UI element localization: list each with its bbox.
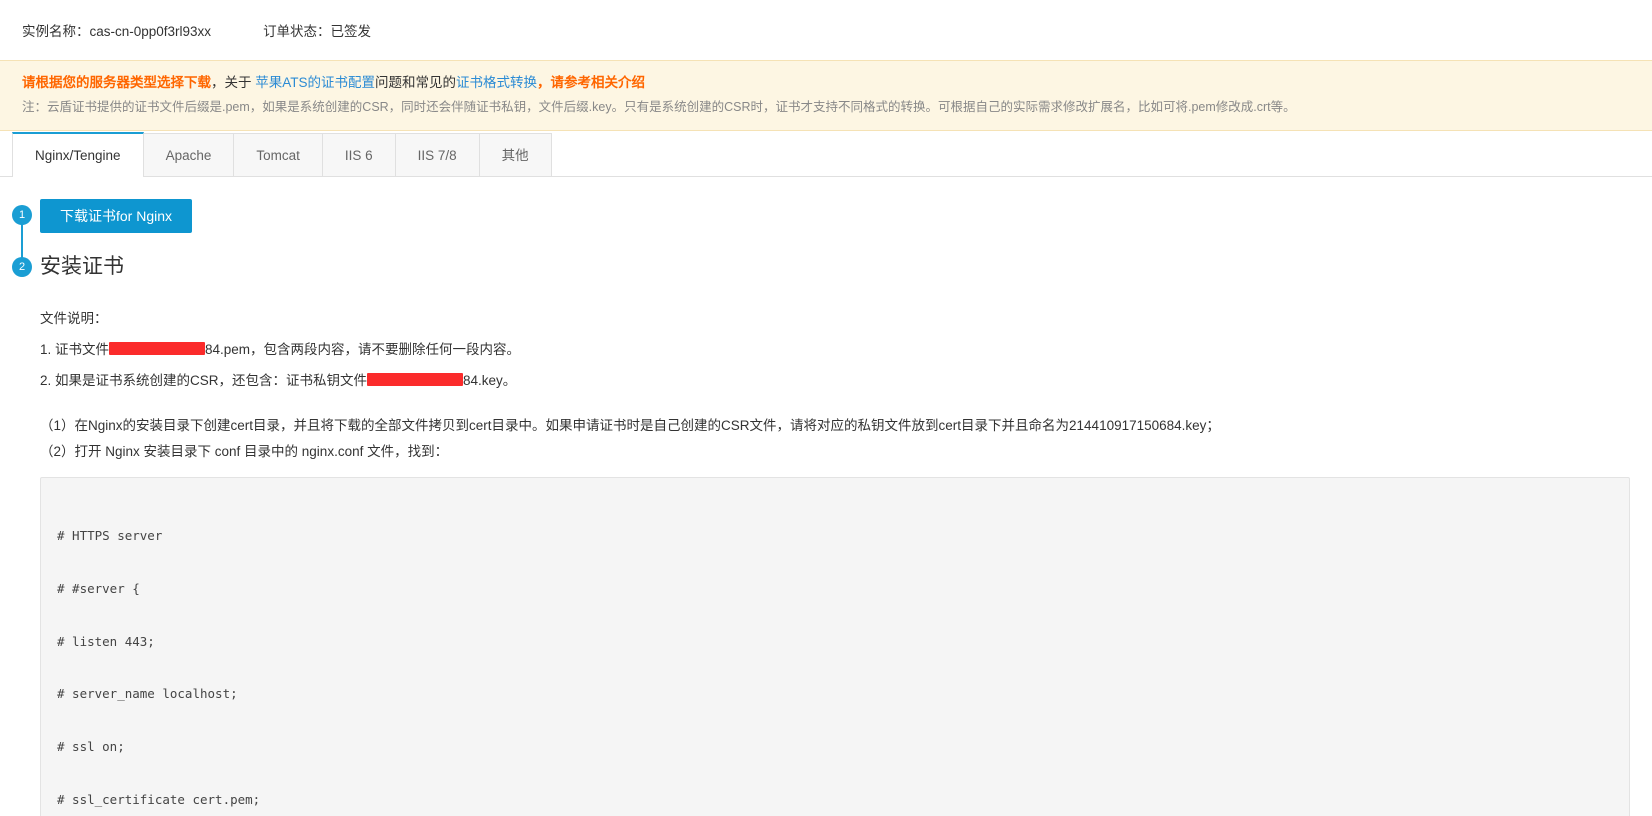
notice-primary-line: 请根据您的服务器类型选择下载，关于 苹果ATS的证书配置问题和常见的证书格式转换… [22, 71, 1630, 95]
file-description-item-2: 2. 如果是证书系统创建的CSR，还包含：证书私钥文件 84.key。 [40, 370, 1630, 392]
redaction-block-pem [109, 341, 206, 355]
code-line: # server_name localhost; [57, 686, 238, 702]
instance-name-label: 实例名称：cas-cn-0pp0f3rl93xx [22, 24, 212, 39]
notice-banner: 请根据您的服务器类型选择下载，关于 苹果ATS的证书配置问题和常见的证书格式转换… [0, 60, 1652, 131]
tab-apache[interactable]: Apache [142, 132, 235, 176]
file-item-2-prefix: 2. 如果是证书系统创建的CSR，还包含：证书私钥文件 [40, 373, 368, 389]
install-steps: 1 下载证书for Nginx 2 安装证书 [0, 177, 1652, 279]
tab-label: Tomcat [256, 147, 300, 163]
install-instructions: 文件说明： 1. 证书文件 84.pem，包含两段内容，请不要删除任何一段内容。 … [0, 279, 1652, 464]
notice-tail-text: ，请参考相关介绍 [537, 75, 646, 90]
file-item-1-prefix: 1. 证书文件 [40, 341, 110, 357]
tab-tomcat[interactable]: Tomcat [233, 132, 323, 176]
redaction-block-key [367, 373, 464, 387]
code-line: # ssl_certificate cert.pem; [57, 792, 261, 808]
file-description-title: 文件说明： [40, 310, 108, 326]
tab-iis-7-8[interactable]: IIS 7/8 [394, 132, 480, 176]
instruction-paragraph-2: （2）打开 Nginx 安装目录下 conf 目录中的 nginx.conf 文… [40, 444, 449, 460]
tab-label: Apache [165, 147, 212, 163]
server-type-tabs: Nginx/Tengine Apache Tomcat IIS 6 IIS 7/… [0, 130, 1652, 177]
code-line: # ssl on; [57, 739, 125, 755]
step-1-body: 下载证书for Nginx [40, 198, 193, 233]
tab-nginx-tengine[interactable]: Nginx/Tengine [12, 131, 144, 177]
tab-label: IIS 7/8 [417, 147, 457, 163]
notice-secondary-line: 注：云盾证书提供的证书文件后缀是.pem，如果是系统创建的CSR，同时还会伴随证… [22, 99, 1296, 114]
file-item-2-suffix: 84.key。 [463, 373, 517, 389]
step-1-badge: 1 [12, 204, 32, 225]
tab-iis-6[interactable]: IIS 6 [321, 132, 396, 176]
instance-info-bar: 实例名称：cas-cn-0pp0f3rl93xx 订单状态：已签发 [0, 0, 1652, 60]
file-description-item-1: 1. 证书文件 84.pem，包含两段内容，请不要删除任何一段内容。 [40, 339, 1630, 361]
code-line: # HTTPS server [57, 528, 163, 544]
file-item-1-suffix: 84.pem，包含两段内容，请不要删除任何一段内容。 [205, 341, 521, 357]
certificate-download-page: 实例名称：cas-cn-0pp0f3rl93xx 订单状态：已签发 请根据您的服… [0, 0, 1652, 816]
step-2-badge: 2 [12, 256, 32, 277]
download-certificate-button[interactable]: 下载证书for Nginx [40, 198, 193, 233]
step-2-body: 安装证书 [40, 255, 124, 279]
tab-label: IIS 6 [344, 147, 373, 163]
tab-label: 其他 [501, 147, 529, 163]
format-conversion-link[interactable]: 证书格式转换 [456, 75, 537, 90]
notice-highlight-text: 请根据您的服务器类型选择下载 [22, 75, 211, 90]
notice-separator-1: ，关于 [211, 75, 252, 90]
ats-config-link[interactable]: 苹果ATS的证书配置 [255, 75, 375, 90]
tab-other[interactable]: 其他 [478, 132, 552, 176]
notice-middle-text: 问题和常见的 [375, 75, 457, 90]
instruction-paragraph-1: （1）在Nginx的安装目录下创建cert目录，并且将下载的全部文件拷贝到cer… [40, 417, 1220, 433]
order-status-label: 订单状态：已签发 [263, 24, 372, 39]
install-certificate-heading: 安装证书 [40, 254, 124, 278]
nginx-conf-code-block: # HTTPS server # #server { # listen 443;… [40, 476, 1630, 816]
tab-label: Nginx/Tengine [35, 147, 121, 163]
code-line: # listen 443; [57, 633, 155, 649]
step-1: 1 下载证书for Nginx [0, 198, 1652, 233]
code-line: # #server { [57, 580, 140, 596]
step-2: 2 安装证书 [0, 255, 1652, 279]
